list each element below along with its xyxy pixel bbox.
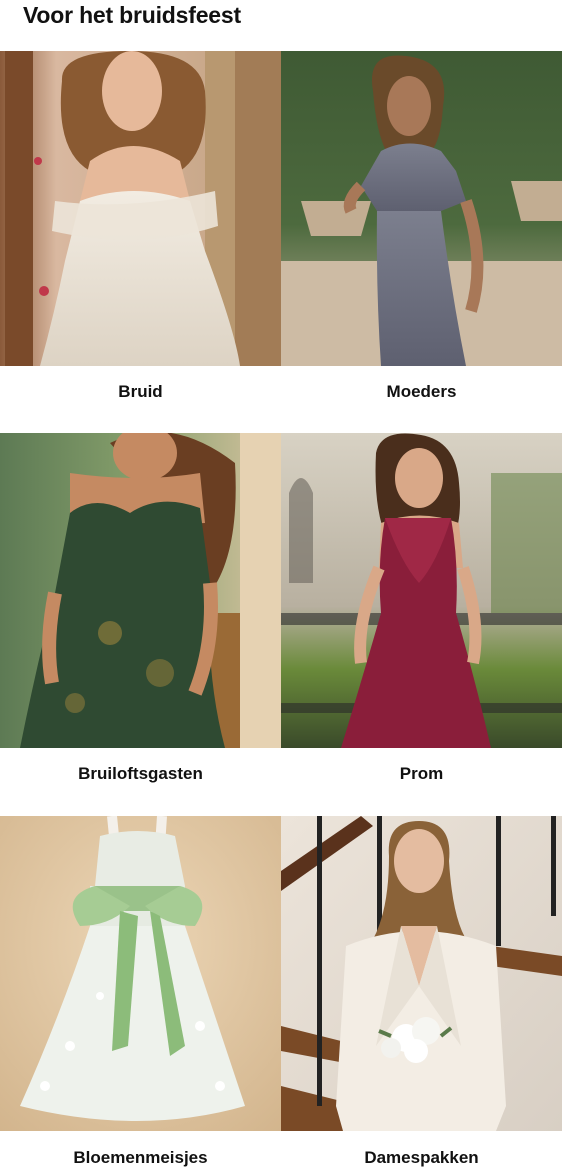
category-label: Bloemenmeisjes bbox=[73, 1148, 208, 1167]
category-label: Damespakken bbox=[364, 1148, 479, 1167]
grey-sequin-dress-photo[interactable] bbox=[281, 51, 562, 366]
flower-girl-dress-photo[interactable] bbox=[0, 816, 281, 1131]
category-label: Bruiloftsgasten bbox=[78, 764, 203, 783]
bride-lace-dress-photo[interactable] bbox=[0, 51, 281, 366]
category-label: Moeders bbox=[386, 382, 457, 401]
section-title: Voor het bruidsfeest bbox=[23, 2, 241, 28]
category-label: Prom bbox=[399, 764, 444, 783]
green-floral-dress-photo[interactable] bbox=[0, 433, 281, 748]
white-bridal-suit-photo[interactable] bbox=[281, 816, 562, 1131]
burgundy-lace-dress-photo[interactable] bbox=[281, 433, 562, 748]
category-label: Bruid bbox=[118, 382, 163, 401]
